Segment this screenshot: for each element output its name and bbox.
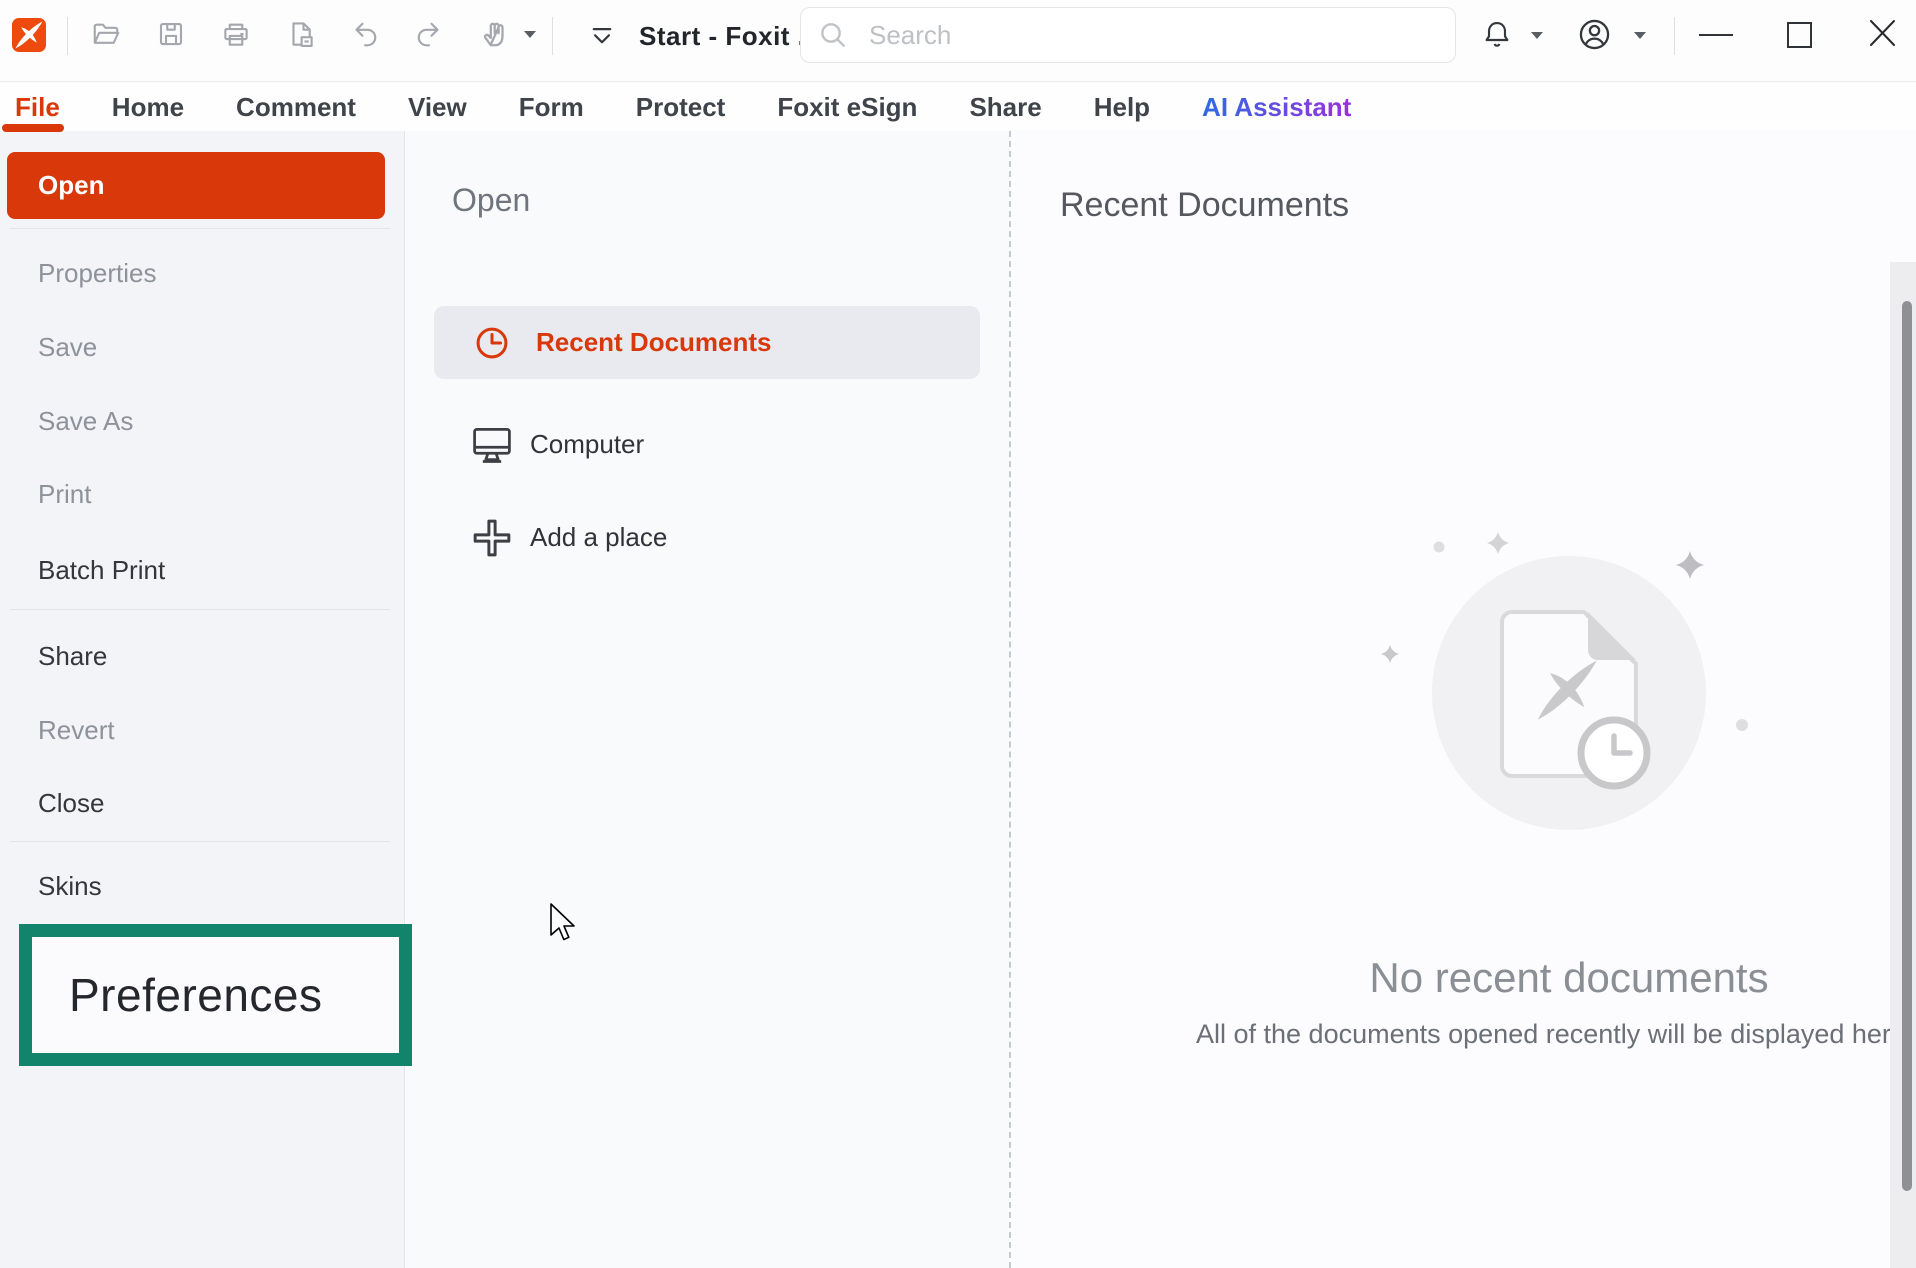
open-panel: Open Recent Documents Computer Add a pla… bbox=[406, 131, 1009, 1268]
sidebar-item-close[interactable]: Close bbox=[0, 781, 405, 825]
sidebar-item-revert: Revert bbox=[0, 708, 405, 752]
notifications-bell-icon[interactable] bbox=[1481, 18, 1513, 50]
mouse-cursor bbox=[549, 903, 579, 947]
sparkle-icon bbox=[1676, 551, 1704, 579]
empty-state-title: No recent documents bbox=[1202, 954, 1916, 1002]
sidebar-divider bbox=[10, 609, 390, 610]
account-icon[interactable] bbox=[1576, 16, 1613, 53]
menu-tab-ai-assistant[interactable]: AI Assistant bbox=[1202, 92, 1351, 123]
window-title: Start - Foxit ... bbox=[639, 21, 821, 52]
place-item-add-a-place[interactable]: Add a place bbox=[434, 501, 980, 574]
menu-tab-form[interactable]: Form bbox=[519, 92, 584, 123]
open-folder-icon[interactable] bbox=[91, 19, 121, 49]
toolbar-divider bbox=[552, 17, 553, 55]
menu-tab-home[interactable]: Home bbox=[112, 92, 184, 123]
file-menu-sidebar: Open Properties Save Save As Print Batch… bbox=[0, 131, 405, 1268]
place-item-label: Add a place bbox=[530, 522, 667, 553]
sidebar-item-print: Print bbox=[0, 472, 405, 516]
menu-tab-foxit-esign[interactable]: Foxit eSign bbox=[777, 92, 917, 123]
search-box[interactable] bbox=[800, 7, 1456, 63]
menu-tab-protect[interactable]: Protect bbox=[636, 92, 726, 123]
clock-icon bbox=[470, 321, 514, 365]
file-tab-active-indicator bbox=[2, 124, 64, 132]
search-input[interactable] bbox=[869, 20, 1409, 51]
hand-tool-icon[interactable] bbox=[477, 16, 513, 52]
sidebar-item-batch-print[interactable]: Batch Print bbox=[0, 548, 405, 592]
sidebar-item-save-as: Save As bbox=[0, 399, 405, 443]
place-item-recent-documents[interactable]: Recent Documents bbox=[434, 306, 980, 379]
page-extract-icon[interactable] bbox=[286, 19, 316, 49]
notifications-dropdown-caret[interactable] bbox=[1531, 32, 1543, 39]
menu-tab-comment[interactable]: Comment bbox=[236, 92, 356, 123]
plus-icon bbox=[470, 516, 514, 560]
sparkle-icon bbox=[1381, 645, 1399, 663]
minimize-button[interactable] bbox=[1697, 19, 1735, 51]
place-item-computer[interactable]: Computer bbox=[434, 408, 980, 481]
sidebar-item-save: Save bbox=[0, 325, 405, 369]
sidebar-divider bbox=[10, 228, 390, 229]
account-dropdown-caret[interactable] bbox=[1634, 32, 1646, 39]
scrollbar-track[interactable] bbox=[1890, 262, 1916, 1268]
menu-tab-help[interactable]: Help bbox=[1094, 92, 1150, 123]
print-icon[interactable] bbox=[221, 19, 251, 49]
toolbar-divider bbox=[67, 17, 68, 55]
title-bar: Start - Foxit ... bbox=[0, 0, 1916, 82]
sidebar-item-preferences-highlight-box[interactable]: Preferences bbox=[19, 924, 412, 1066]
close-button[interactable] bbox=[1868, 18, 1897, 48]
menu-bar: File Home Comment View Form Protect Foxi… bbox=[0, 83, 1916, 131]
search-icon bbox=[817, 19, 849, 51]
file-backstage: Open Properties Save Save As Print Batch… bbox=[0, 131, 1916, 1268]
sidebar-item-properties: Properties bbox=[0, 251, 405, 295]
menu-tab-file[interactable]: File bbox=[15, 92, 60, 123]
empty-state-illustration bbox=[1362, 495, 1782, 895]
recent-documents-panel: Recent Documents No recent documents bbox=[1009, 131, 1916, 1268]
sparkle-icon bbox=[1487, 532, 1509, 554]
sidebar-item-preferences-label[interactable]: Preferences bbox=[32, 968, 323, 1022]
toolbar-divider bbox=[1674, 17, 1675, 55]
place-item-label: Recent Documents bbox=[536, 327, 772, 358]
decor-dot bbox=[1434, 542, 1445, 553]
decor-dot bbox=[1736, 719, 1748, 731]
sidebar-item-open[interactable]: Open bbox=[7, 152, 385, 219]
collapse-toolbar-icon[interactable] bbox=[587, 21, 617, 51]
sidebar-item-label: Open bbox=[38, 170, 104, 201]
empty-state-subtitle: All of the documents opened recently wil… bbox=[1196, 1019, 1890, 1050]
redo-icon[interactable] bbox=[414, 19, 444, 49]
maximize-button[interactable] bbox=[1786, 21, 1813, 49]
computer-icon bbox=[470, 423, 514, 467]
save-icon[interactable] bbox=[156, 19, 186, 49]
undo-icon[interactable] bbox=[350, 19, 380, 49]
scrollbar-thumb[interactable] bbox=[1902, 301, 1912, 1191]
hand-tool-dropdown-caret[interactable] bbox=[524, 31, 536, 38]
recent-documents-title: Recent Documents bbox=[1060, 186, 1349, 225]
sidebar-divider bbox=[10, 841, 390, 842]
menu-tab-share[interactable]: Share bbox=[969, 92, 1041, 123]
open-panel-heading: Open bbox=[452, 182, 530, 219]
place-item-label: Computer bbox=[530, 429, 644, 460]
sidebar-item-skins[interactable]: Skins bbox=[0, 864, 405, 908]
foxit-logo-icon[interactable] bbox=[12, 18, 46, 52]
sidebar-item-share[interactable]: Share bbox=[0, 634, 405, 678]
menu-tab-view[interactable]: View bbox=[408, 92, 467, 123]
